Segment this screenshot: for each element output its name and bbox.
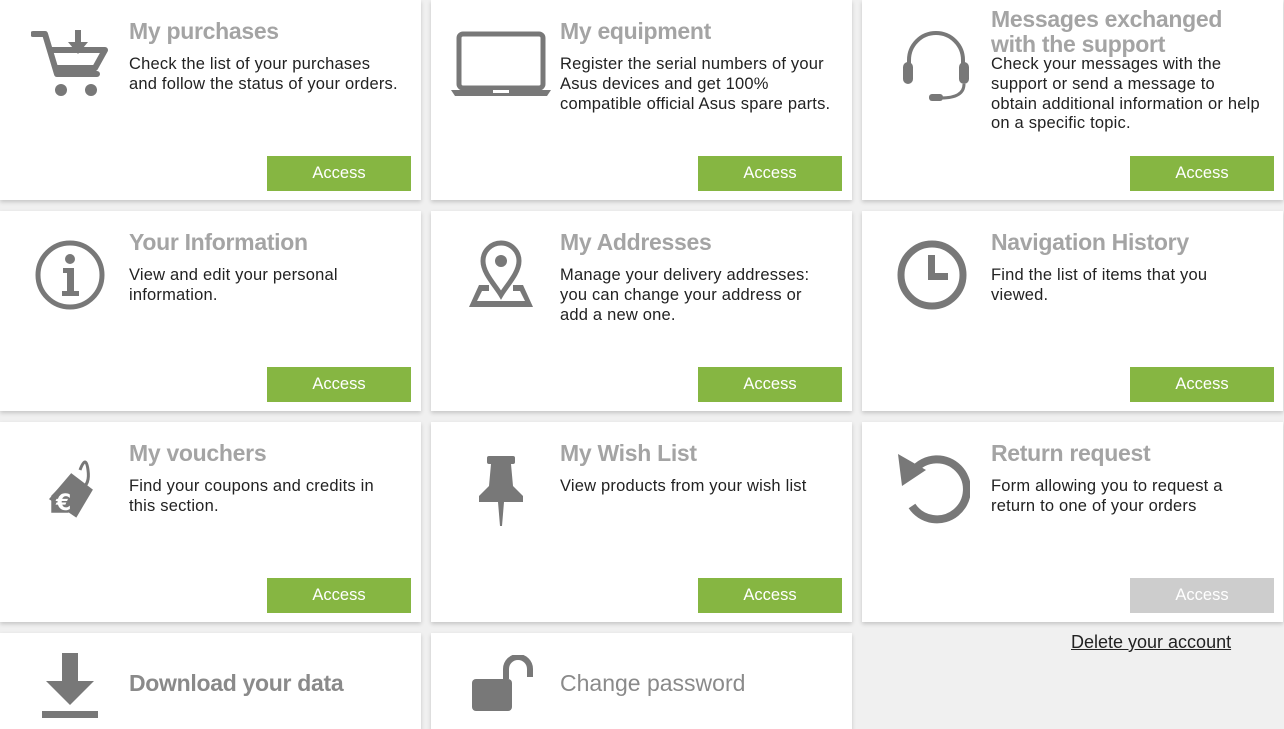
clock-icon <box>890 233 974 317</box>
access-my-addresses-button[interactable]: Access <box>698 367 842 402</box>
card-navigation-history: Navigation History Find the list of item… <box>862 211 1283 411</box>
info-icon <box>28 233 112 317</box>
card-description: Register the serial numbers of your Asus… <box>560 55 831 113</box>
card-my-equipment: My equipment Register the serial numbers… <box>431 0 852 200</box>
card-description: Find your coupons and credits in this se… <box>129 477 374 515</box>
svg-text:€: € <box>55 491 71 516</box>
card-title: My equipment <box>560 18 712 44</box>
card-my-wish-list: My Wish List View products from your wis… <box>431 422 852 622</box>
card-my-vouchers: € My vouchers Find your coupons and cred… <box>0 422 421 622</box>
map-pin-icon <box>459 233 543 317</box>
shopping-cart-icon <box>28 22 112 106</box>
card-title: My vouchers <box>129 440 267 466</box>
download-icon <box>28 643 112 727</box>
card-title: Your Information <box>129 229 308 255</box>
card-description: Check the list of your purchases and fol… <box>129 55 398 93</box>
card-description: View and edit your personal information. <box>129 266 338 304</box>
card-messages-support: Messages exchanged with the support Chec… <box>862 0 1283 200</box>
card-description: Form allowing you to request a return to… <box>991 477 1223 515</box>
card-title: My Wish List <box>560 440 697 466</box>
card-title: My purchases <box>129 18 279 44</box>
access-navigation-history-button[interactable]: Access <box>1130 367 1274 402</box>
card-title: Return request <box>991 440 1151 466</box>
card-description: Find the list of items that you viewed. <box>991 266 1208 304</box>
laptop-icon <box>449 22 553 106</box>
access-messages-button[interactable]: Access <box>1130 156 1274 191</box>
card-description: Check your messages with the support or … <box>991 55 1260 133</box>
change-password-card[interactable]: Change password <box>431 633 852 729</box>
access-my-equipment-button[interactable]: Access <box>698 156 842 191</box>
access-my-wish-list-button[interactable]: Access <box>698 578 842 613</box>
access-your-information-button[interactable]: Access <box>267 367 411 402</box>
change-password-label: Change password <box>560 670 746 696</box>
card-my-addresses: My Addresses Manage your delivery addres… <box>431 211 852 411</box>
headset-icon <box>894 24 978 108</box>
card-title: Messages exchanged with the support <box>991 6 1223 57</box>
access-return-request-button: Access <box>1130 578 1274 613</box>
undo-arrow-icon <box>890 444 974 528</box>
access-my-purchases-button[interactable]: Access <box>267 156 411 191</box>
download-data-card[interactable]: Download your data <box>0 633 421 729</box>
card-your-information: Your Information View and edit your pers… <box>0 211 421 411</box>
delete-account-link[interactable]: Delete your account <box>1071 632 1231 653</box>
card-my-purchases: My purchases Check the list of your purc… <box>0 0 421 200</box>
euro-tag-icon: € <box>28 444 112 528</box>
download-data-label: Download your data <box>129 670 344 696</box>
pushpin-icon <box>459 448 543 532</box>
card-description: View products from your wish list <box>560 477 807 495</box>
card-title: Navigation History <box>991 229 1189 255</box>
card-return-request: Return request Form allowing you to requ… <box>862 422 1283 622</box>
card-description: Manage your delivery addresses: you can … <box>560 266 810 324</box>
card-title: My Addresses <box>560 229 712 255</box>
access-my-vouchers-button[interactable]: Access <box>267 578 411 613</box>
unlocked-padlock-icon <box>459 643 543 727</box>
